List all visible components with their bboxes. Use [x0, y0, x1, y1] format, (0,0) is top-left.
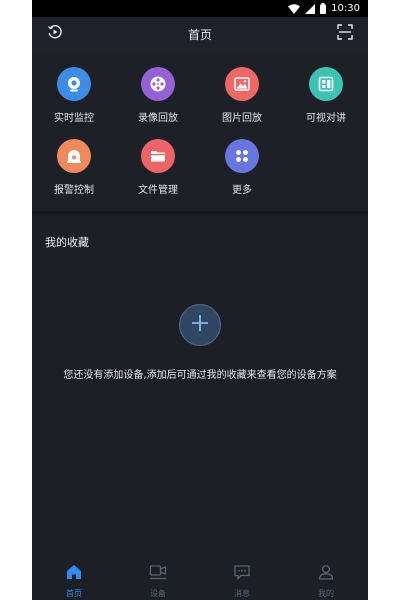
feature-label: 录像回放 — [138, 113, 178, 124]
feature-record-playback[interactable]: 录像回放 — [116, 51, 200, 124]
feature-video-intercom[interactable]: 可视对讲 — [284, 51, 368, 124]
feature-label: 报警控制 — [54, 185, 94, 196]
nav-item-home[interactable]: 首页 — [32, 556, 116, 600]
app-header: 首页 — [32, 17, 368, 51]
nav-label: 首页 — [66, 589, 82, 598]
image-icon — [225, 67, 259, 101]
camera-icon — [57, 67, 91, 101]
feature-alarm-control[interactable]: 报警控制 — [32, 123, 116, 196]
battery-icon — [320, 3, 327, 14]
feature-label: 图片回放 — [222, 113, 262, 124]
feature-label: 更多 — [232, 185, 252, 196]
add-device-button[interactable] — [179, 304, 221, 346]
scan-button[interactable] — [336, 24, 354, 44]
home-icon — [65, 564, 83, 584]
wifi-icon — [288, 3, 301, 14]
bottom-nav: 首页 设备 消息 我的 — [32, 556, 368, 600]
empty-favorites-message: 您还没有添加设备,添加后可通过我的收藏来查看您的设备方案 — [63, 370, 337, 381]
message-icon — [233, 564, 251, 584]
feature-label: 实时监控 — [54, 113, 94, 124]
status-bar: 10:30 — [32, 0, 368, 17]
nav-label: 设备 — [150, 589, 166, 598]
feature-file-management[interactable]: 文件管理 — [116, 123, 200, 196]
folder-icon — [141, 139, 175, 173]
profile-icon — [317, 564, 335, 584]
nav-label: 消息 — [234, 589, 250, 598]
page-title: 首页 — [187, 28, 212, 42]
plus-icon — [190, 313, 210, 337]
intercom-icon — [309, 67, 343, 101]
nav-item-profile[interactable]: 我的 — [284, 556, 368, 600]
app-screen: 10:30 首页 实时监控 录像回放 图片回放 可视对讲 报警控制 文件管理 更… — [32, 0, 368, 600]
status-time: 10:30 — [331, 3, 360, 14]
feature-label: 可视对讲 — [306, 113, 346, 124]
feature-image-playback[interactable]: 图片回放 — [200, 51, 284, 124]
feature-grid: 实时监控 录像回放 图片回放 可视对讲 报警控制 文件管理 更多 — [32, 51, 368, 214]
nav-label: 我的 — [318, 589, 334, 598]
feature-live-monitor[interactable]: 实时监控 — [32, 51, 116, 124]
signal-icon — [305, 3, 316, 14]
device-icon — [149, 564, 167, 584]
more-grid-icon — [225, 139, 259, 173]
feature-more[interactable]: 更多 — [200, 123, 284, 196]
scan-icon — [337, 24, 353, 44]
favorites-title: 我的收藏 — [45, 236, 89, 249]
feature-label: 文件管理 — [138, 185, 178, 196]
film-reel-icon — [141, 67, 175, 101]
nav-item-device[interactable]: 设备 — [116, 556, 200, 600]
alarm-icon — [57, 139, 91, 173]
nav-item-message[interactable]: 消息 — [200, 556, 284, 600]
status-icons: 10:30 — [288, 2, 360, 15]
